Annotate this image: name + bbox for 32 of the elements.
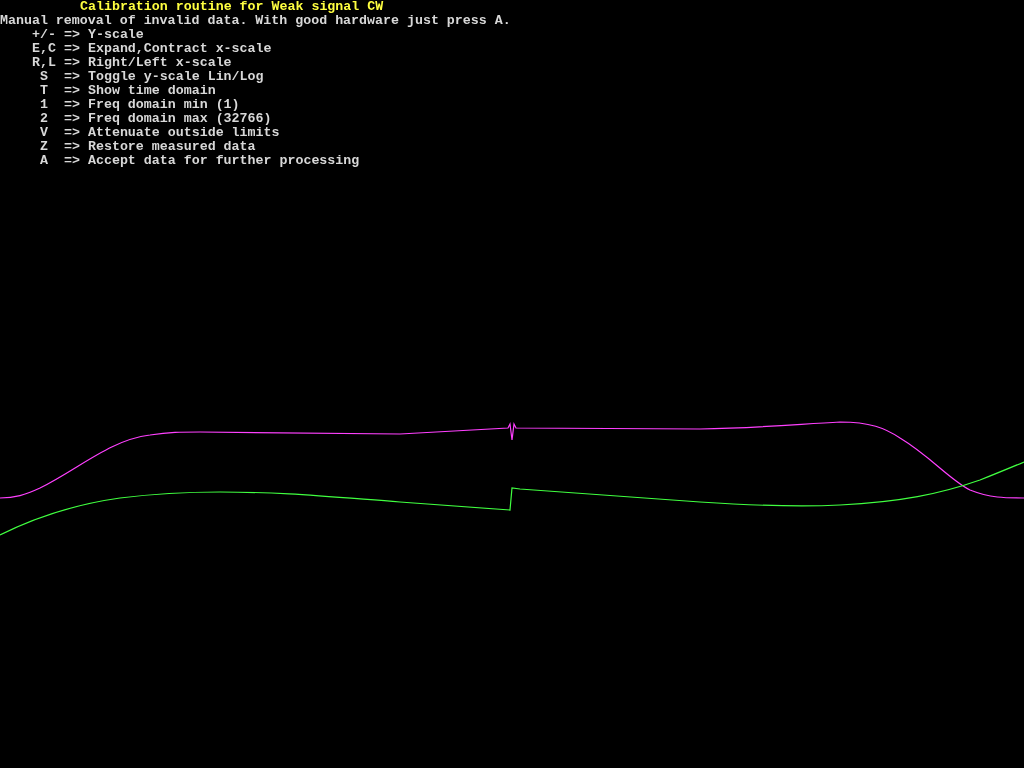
- arrow-text: =>: [64, 42, 80, 56]
- key-label: Z: [39, 140, 49, 154]
- key-action-text: Restore measured data: [87, 140, 256, 154]
- key-label: +/-: [32, 28, 56, 42]
- arrow-text: =>: [64, 140, 80, 154]
- arrow-text: =>: [64, 56, 80, 70]
- key-action-text: Accept data for further processing: [87, 154, 360, 168]
- key-action-text: Freq domain min (1): [87, 98, 240, 112]
- key-action-text: Attenuate outside limits: [87, 126, 280, 140]
- arrow-text: =>: [64, 112, 80, 126]
- key-action-text: Freq domain max (32766): [87, 112, 272, 126]
- arrow-text: =>: [64, 126, 80, 140]
- key-action-text: Toggle y-scale Lin/Log: [87, 70, 264, 84]
- key-action-text: Right/Left x-scale: [87, 56, 232, 70]
- screen-title: Calibration routine for Weak signal CW: [79, 0, 384, 14]
- instruction-text: Manual removal of invalid data. With good hardware just press A.: [0, 14, 511, 28]
- key-label: 1: [39, 98, 49, 112]
- key-label: T: [39, 84, 49, 98]
- arrow-text: =>: [64, 28, 80, 42]
- key-label: R,L: [32, 56, 56, 70]
- key-action-text: Expand,Contract x-scale: [87, 42, 272, 56]
- key-action-text: Show time domain: [87, 84, 216, 98]
- arrow-text: =>: [64, 84, 80, 98]
- key-label: V: [39, 126, 49, 140]
- key-label: A: [39, 154, 49, 168]
- arrow-text: =>: [64, 70, 80, 84]
- arrow-text: =>: [64, 98, 80, 112]
- key-label: 2: [39, 112, 49, 126]
- key-label: S: [39, 70, 49, 84]
- key-label: E,C: [32, 42, 56, 56]
- arrow-text: =>: [64, 154, 80, 168]
- key-action-text: Y-scale: [87, 28, 144, 42]
